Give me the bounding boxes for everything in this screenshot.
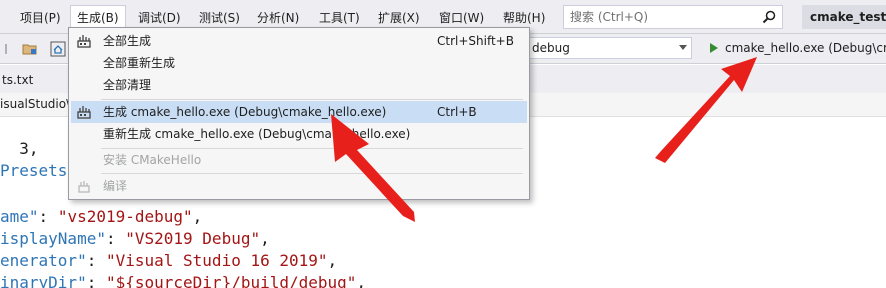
code-string: "vs2019-debug" [57, 207, 193, 226]
code-string: "VS2019 Debug" [125, 229, 261, 248]
code-string: "Visual Studio 16 2019" [105, 251, 328, 270]
menu-item-label: 全部重新生成 [103, 56, 176, 70]
menu-help[interactable]: 帮助(H) [503, 9, 545, 27]
code-value: 3, [19, 139, 39, 158]
menu-item-label: 编译 [103, 179, 128, 193]
menu-separator [101, 173, 523, 174]
build-menu-dropdown: 全部生成 Ctrl+Shift+B 全部重新生成 全部清理 生成 cmake_h… [68, 27, 530, 200]
compile-icon [78, 181, 90, 193]
search-box[interactable] [563, 5, 783, 29]
configuration-value: debug [532, 41, 570, 55]
build-icon [77, 106, 91, 119]
search-input[interactable] [564, 6, 754, 28]
menu-separator [101, 99, 523, 100]
menu-project[interactable]: 项目(P) [20, 9, 61, 27]
menu-extensions[interactable]: 扩展(X) [378, 9, 420, 27]
menu-test[interactable]: 测试(S) [199, 9, 240, 27]
solution-title: cmake_test [802, 5, 886, 29]
build-icon [77, 35, 91, 48]
code-line: isplayName": "VS2019 Debug", [0, 229, 270, 248]
menu-item-compile: 编译 [71, 175, 527, 197]
menu-item-build-all[interactable]: 全部生成 Ctrl+Shift+B [71, 30, 527, 52]
code-string: "${sourceDir}/build/debug" [105, 273, 357, 288]
chevron-down-icon [679, 45, 687, 50]
code-line: 3, [0, 138, 39, 160]
menu-item-rebuild-target[interactable]: 重新生成 cmake_hello.exe (Debug\cmake_hello.… [71, 123, 527, 145]
code-key: inaryDir [0, 273, 78, 288]
menu-item-label: 生成 cmake_hello.exe (Debug\cmake_hello.ex… [103, 105, 387, 119]
menu-item-clean-all[interactable]: 全部清理 [71, 74, 527, 96]
menu-debug[interactable]: 调试(D) [138, 9, 181, 27]
menu-item-label: 全部清理 [103, 78, 152, 92]
menu-item-rebuild-all[interactable]: 全部重新生成 [71, 52, 527, 74]
code-key: isplayName [0, 229, 97, 248]
code-line: Presets [0, 160, 67, 182]
document-tab[interactable]: ts.txt [0, 67, 33, 93]
menu-item-build-target[interactable]: 生成 cmake_hello.exe (Debug\cmake_hello.ex… [71, 101, 527, 123]
open-folder-icon[interactable] [22, 41, 38, 57]
menu-item-label: 全部生成 [103, 34, 152, 48]
menu-item-shortcut: Ctrl+Shift+B [437, 34, 514, 48]
menu-item-label: 重新生成 cmake_hello.exe (Debug\cmake_hello.… [103, 127, 411, 141]
configuration-dropdown[interactable]: debug [527, 37, 692, 59]
code-line: enerator": "Visual Studio 16 2019", [0, 251, 338, 270]
menu-item-label: 安装 CMakeHello [103, 153, 202, 167]
menu-item-install: 安装 CMakeHello [71, 149, 527, 171]
menu-tools[interactable]: 工具(T) [319, 9, 360, 27]
search-icon[interactable] [762, 10, 776, 24]
play-icon [710, 43, 718, 53]
menu-analyze[interactable]: 分析(N) [257, 9, 299, 27]
menu-item-shortcut: Ctrl+B [437, 105, 477, 119]
home-icon[interactable] [50, 41, 66, 57]
toolbar-separator-icon [5, 44, 7, 54]
code-line: inaryDir": "${sourceDir}/build/debug", [0, 272, 366, 288]
run-target-button[interactable]: cmake_hello.exe (Debug\cm [705, 38, 886, 60]
run-target-label: cmake_hello.exe (Debug\cm [725, 41, 886, 55]
code-key: Presets [0, 161, 68, 180]
code-line: ame": "vs2019-debug", [0, 207, 203, 226]
menu-window[interactable]: 窗口(W) [439, 9, 484, 27]
code-key: ame [0, 207, 29, 226]
code-key: enerator [0, 251, 78, 270]
file-path: isualStudio\ [0, 97, 71, 111]
